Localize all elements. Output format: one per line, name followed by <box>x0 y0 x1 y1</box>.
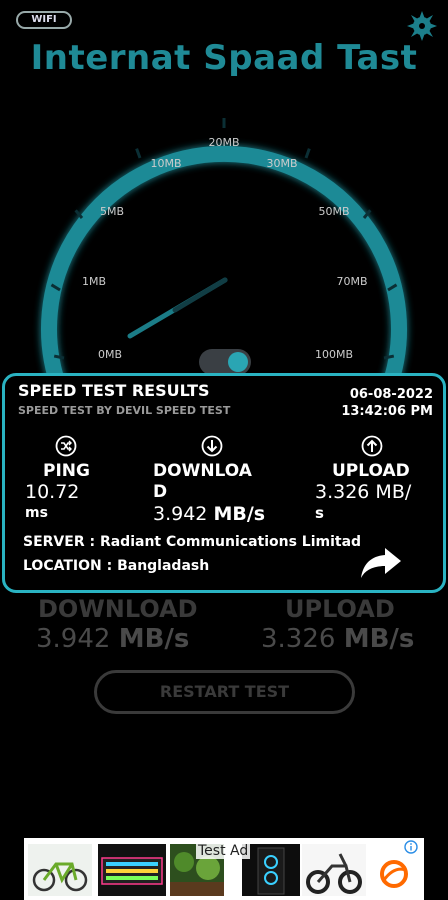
gauge-tick-mark <box>53 354 65 360</box>
info-icon[interactable] <box>404 840 418 854</box>
download-value: 3.942 MB/s <box>153 503 266 525</box>
wifi-badge[interactable]: WIFI <box>16 11 72 29</box>
summary-download-value: 3.942 MB/s <box>36 624 190 654</box>
gauge-tick-mark <box>383 354 395 360</box>
arrow-down-icon <box>201 435 223 457</box>
gauge-tick-mark <box>74 209 84 219</box>
download-label-line2: D <box>153 482 168 502</box>
gauge-tick-label: 5MB <box>100 205 124 218</box>
results-subtitle: SPEED TEST BY DEVIL SPEED TEST <box>18 404 231 417</box>
summary-upload-label: UPLOAD <box>285 595 395 623</box>
gauge-tick-label: 50MB <box>318 205 349 218</box>
gauge-tick-label: 10MB <box>150 157 181 170</box>
keyboard-product-image <box>98 844 166 896</box>
location-info: LOCATION : Bangladash <box>23 558 210 574</box>
summary-download-label: DOWNLOAD <box>38 595 198 623</box>
upload-unit: s <box>315 504 324 522</box>
ad-banner[interactable]: Test Ad <box>24 838 424 900</box>
shuffle-icon <box>55 435 77 457</box>
ping-value: 10.72 <box>25 481 80 503</box>
speed-gauge: 0MB 1MB 5MB 10MB 20MB 30MB 50MB 70MB 100MB <box>41 118 407 390</box>
results-date: 06-08-2022 <box>349 387 433 402</box>
gauge-tick-label: 100MB <box>315 348 353 361</box>
gauge-tick-mark <box>135 148 142 159</box>
gauge-toggle[interactable] <box>199 349 251 375</box>
download-label-line1: DOWNLOA <box>153 461 252 481</box>
app-title: Internat Spaad Tast <box>30 38 418 78</box>
toggle-knob <box>228 352 248 372</box>
gauge-tick-label: 70MB <box>336 275 367 288</box>
restart-test-button[interactable]: RESTART TEST <box>94 670 355 714</box>
upload-label: UPLOAD <box>332 461 410 481</box>
gauge-tick-mark <box>304 148 311 159</box>
ping-unit: ms <box>25 505 48 521</box>
upload-value: 3.326 MB/ <box>315 481 412 503</box>
gauge-tick-label: 0MB <box>98 348 122 361</box>
share-arrow-icon[interactable] <box>359 546 403 580</box>
gauge-tick-label: 30MB <box>266 157 297 170</box>
ping-label: PING <box>43 461 90 481</box>
summary-upload-value: 3.326 MB/s <box>261 624 415 654</box>
bicycle-product-image <box>28 844 92 896</box>
results-card: SPEED TEST RESULTS SPEED TEST BY DEVIL S… <box>2 373 446 593</box>
gauge-tick-labels: 0MB 1MB 5MB 10MB 20MB 30MB 50MB 70MB 100MB <box>82 136 368 361</box>
server-info: SERVER : Radiant Communications Limitad <box>23 534 362 550</box>
arrow-up-icon <box>361 435 383 457</box>
gauge-tick-label: 20MB <box>208 136 239 149</box>
pc-case-product-image <box>242 844 300 896</box>
ad-label: Test Ad <box>196 843 251 859</box>
ebike-product-image <box>302 844 366 896</box>
results-time: 13:42:06 PM <box>341 404 433 419</box>
gauge-tick-label: 1MB <box>82 275 106 288</box>
results-title: SPEED TEST RESULTS <box>18 381 210 400</box>
